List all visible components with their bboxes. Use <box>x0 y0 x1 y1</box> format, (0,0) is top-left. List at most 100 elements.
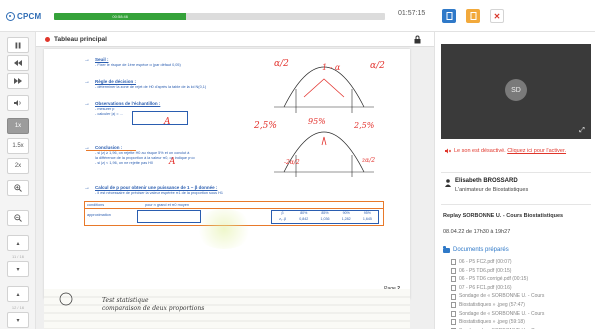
progress-fill: 00:58:46 <box>54 13 187 20</box>
annotation: -2α/2 <box>284 159 300 166</box>
rewind-button[interactable] <box>7 55 29 71</box>
annotation: A <box>164 117 171 127</box>
enable-sound-link[interactable]: Cliquez ici pour l'activer. <box>507 148 566 154</box>
arrow-icon: → <box>84 79 90 85</box>
document-label: Biostatistiques » .jpeg (59:18) <box>459 319 525 326</box>
document-label: Biostatistiques » .jpeg (57:47) <box>459 301 525 308</box>
pause-icon <box>15 42 21 48</box>
notes-button[interactable] <box>466 9 480 23</box>
document-label: Sondage de « SORBONNE U. - Cours <box>459 293 545 300</box>
page-down-button[interactable]: ▾ <box>7 261 29 277</box>
replay-title: Replay SORBONNE U. - Cours Biostatistiqu… <box>443 213 564 219</box>
session-timer: 01:57:15 <box>398 10 426 17</box>
z-formula-box <box>137 210 201 223</box>
document-item[interactable]: 06 - P5 FC2.pdf (00:07) <box>451 258 591 267</box>
bookmark-button[interactable] <box>442 9 456 23</box>
table-cell: pour n grand et π0 moyen <box>145 203 189 207</box>
document-item[interactable]: Biostatistiques » .jpeg (57:47) <box>451 301 591 310</box>
speed-label: 1.5x <box>12 143 24 149</box>
divider <box>441 172 591 173</box>
speed-1x-button[interactable]: 1x <box>7 118 29 134</box>
video-feed[interactable]: SD ⤢ <box>441 44 591 139</box>
lock-icon[interactable] <box>413 35 422 44</box>
table-label: approximation <box>87 213 111 217</box>
side-panel: SD ⤢ Le son est désactivé. Cliquez ici p… <box>434 32 595 329</box>
speed-label: 1x <box>14 123 22 129</box>
logo-icon <box>6 11 15 21</box>
table-cell: 1,036 <box>320 217 330 221</box>
section-title: Calcul de p pour obtenir une puissance d… <box>95 185 218 190</box>
file-icon <box>451 267 456 274</box>
section-seuil: → Seuil : - Fixer le risque de 1ère espè… <box>84 57 245 68</box>
section-line: - Fixer le risque de 1ère espèce α (par … <box>95 63 181 67</box>
close-button[interactable]: ✕ <box>490 9 504 23</box>
pointer-highlight <box>194 209 254 249</box>
chevron-up-icon: ▴ <box>16 240 20 247</box>
documents-header[interactable]: Documents préparés <box>443 246 509 253</box>
section-line: - Il est nécessaire de préciser la valeu… <box>95 191 223 195</box>
pause-button[interactable] <box>7 37 29 53</box>
fast-forward-icon <box>14 78 22 84</box>
arrow-icon: → <box>84 57 90 63</box>
speed-1-5x-button[interactable]: 1.5x <box>7 138 29 154</box>
document-item[interactable]: Biostatistiques » .jpeg (59:18) <box>451 318 591 327</box>
handwritten-page: Test statistique comparaison de deux pro… <box>44 289 410 329</box>
logo: CPCM <box>6 10 41 22</box>
file-icon <box>451 319 456 326</box>
zoom-out-button[interactable] <box>7 210 29 226</box>
whiteboard-title: Tableau principal <box>54 36 107 43</box>
ruled-lines <box>44 292 410 329</box>
rewind-icon <box>14 60 22 66</box>
document-item[interactable]: 06 - P5 TD6 corrigé.pdf (00:15) <box>451 275 591 284</box>
fast-forward-button[interactable] <box>7 73 29 89</box>
logo-text: CPCM <box>17 11 42 21</box>
session-progress-bar[interactable]: 00:58:46 <box>54 13 385 20</box>
section-line: - déterminer la zone de rejet de H0 d'ap… <box>95 85 207 89</box>
file-icon <box>451 284 456 291</box>
table-cell: 1,282 <box>341 217 351 221</box>
page-down-button[interactable]: ▾ <box>7 312 29 328</box>
handwritten-text: Test statistique <box>102 297 149 304</box>
annotation: 2,5% <box>354 121 375 130</box>
zoom-in-button[interactable] <box>7 180 29 196</box>
whiteboard-header: Tableau principal <box>36 32 434 47</box>
formula-box <box>132 111 188 125</box>
documents-list: 06 - P5 FC2.pdf (00:07) 06 - P5 TD6.pdf (… <box>451 258 591 329</box>
chevron-up-icon: ▴ <box>16 291 20 298</box>
chevron-down-icon: ▾ <box>16 317 20 324</box>
zoom-in-icon <box>14 184 22 192</box>
volume-button[interactable] <box>7 95 29 111</box>
section-line: - si |z| < 1,96, on ne rejette pas H0 <box>95 161 154 165</box>
progress-time: 00:58:46 <box>112 14 128 19</box>
annotation: α/2 <box>274 59 289 69</box>
document-item[interactable]: 06 - P5 TD6.pdf (00:15) <box>451 267 591 276</box>
arrow-icon: → <box>84 101 90 107</box>
documents-title: Documents préparés <box>453 247 509 253</box>
annotation: α/2 <box>370 61 385 71</box>
section-title: Seuil : <box>95 57 109 62</box>
mute-icon <box>445 148 451 154</box>
document-item[interactable]: Sondage de « SORBONNE U. - Cours <box>451 310 591 319</box>
presenter-name: Elisabeth BROSSARD <box>455 178 518 184</box>
page-up-button[interactable]: ▴ <box>7 286 29 302</box>
document-label: 06 - P5 FC2.pdf (00:07) <box>459 259 512 265</box>
file-icon <box>451 293 456 300</box>
chevron-down-icon: ▾ <box>16 266 20 273</box>
speed-2x-button[interactable]: 2x <box>7 158 29 174</box>
annotation: zα/2 <box>362 157 376 164</box>
document-item[interactable]: 07 - P6 FC1.pdf (00:16) <box>451 284 591 293</box>
annotation: 2,5% <box>254 121 277 131</box>
table-cell: 0,842 <box>299 217 309 221</box>
bookmark-icon <box>470 12 476 20</box>
page-up-button[interactable]: ▴ <box>7 235 29 251</box>
whiteboard[interactable]: Tableau principal → Seuil : - Fixer le r… <box>36 32 434 329</box>
expand-icon[interactable]: ⤢ <box>578 127 586 135</box>
power-table: β 80% 85% 90% 95% z₁₋β 0,842 1,036 1,282… <box>271 210 379 224</box>
document-item[interactable]: Sondage de « SORBONNE U. - Cours <box>451 292 591 301</box>
avatar: SD <box>505 79 527 101</box>
table-label: conditions <box>87 203 105 207</box>
document-label: 06 - P5 TD6 corrigé.pdf (00:15) <box>459 276 529 283</box>
file-icon <box>451 259 456 266</box>
file-icon <box>451 302 456 309</box>
volume-icon <box>14 100 21 106</box>
